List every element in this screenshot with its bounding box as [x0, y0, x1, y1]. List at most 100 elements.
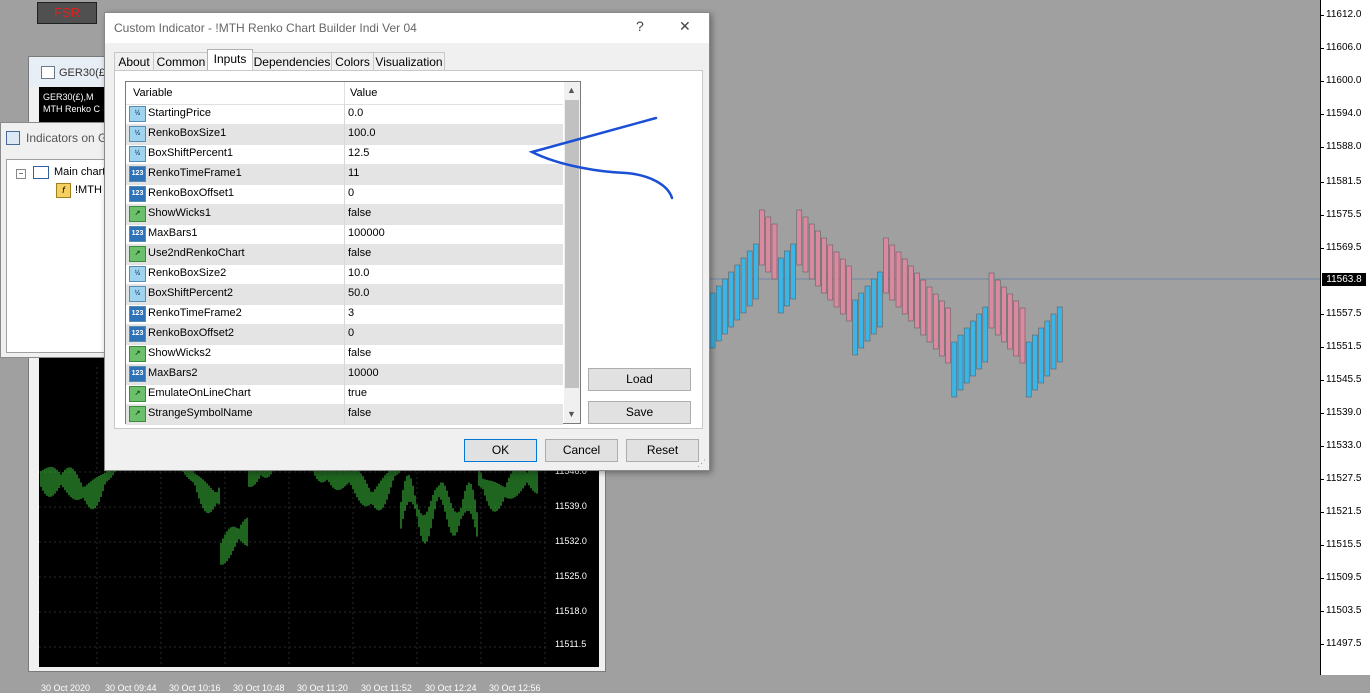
- renko-chart: [608, 209, 1320, 398]
- scroll-down-icon[interactable]: ▼: [567, 409, 576, 419]
- current-price-badge: 11563.8: [1322, 273, 1366, 286]
- table-row[interactable]: ½ RenkoBoxSize1 100.0: [126, 124, 563, 145]
- sub-price-label: 11511.5: [555, 639, 587, 649]
- price-axis-tick: [1320, 114, 1324, 115]
- double-type-icon: ½: [129, 126, 146, 142]
- ok-button[interactable]: OK: [464, 439, 537, 462]
- variable-value[interactable]: 100.0: [348, 127, 376, 139]
- sub-price-label: 11518.0: [555, 606, 587, 616]
- renko-brick: [951, 341, 958, 398]
- renko-brick: [846, 265, 852, 322]
- table-row[interactable]: ↗ ShowWicks2 false: [126, 344, 563, 365]
- renko-brick: [988, 272, 995, 329]
- tab-visualization[interactable]: Visualization: [373, 52, 445, 72]
- custom-indicator-dialog[interactable]: Custom Indicator - !MTH Renko Chart Buil…: [104, 12, 710, 471]
- price-axis-label: 11557.5: [1326, 308, 1362, 319]
- variable-value[interactable]: 50.0: [348, 287, 369, 299]
- tab-dependencies[interactable]: Dependencies: [252, 52, 332, 72]
- table-row[interactable]: 123 MaxBars1 100000: [126, 224, 563, 245]
- price-axis-tick: [1320, 147, 1324, 148]
- variable-name: Use2ndRenkoChart: [148, 247, 245, 259]
- table-row[interactable]: 123 RenkoTimeFrame2 3: [126, 304, 563, 325]
- renko-brick: [1050, 313, 1057, 370]
- table-row[interactable]: 123 MaxBars2 10000: [126, 364, 563, 385]
- scroll-up-icon[interactable]: ▲: [567, 85, 576, 95]
- price-axis-tick: [1320, 512, 1324, 513]
- resize-grip-icon[interactable]: ⋰: [697, 458, 706, 469]
- inputs-scrollbar[interactable]: ▲ ▼: [564, 82, 580, 423]
- variable-value[interactable]: false: [348, 407, 371, 419]
- variable-value[interactable]: 11: [348, 167, 359, 179]
- variable-value[interactable]: 3: [348, 307, 354, 319]
- cell-divider: [344, 364, 345, 384]
- main-chart[interactable]: [608, 0, 1320, 675]
- tree-child-label[interactable]: !MTH F: [75, 184, 107, 196]
- indicators-tree[interactable]: − Main chart f !MTH F: [6, 159, 109, 353]
- reset-button[interactable]: Reset: [626, 439, 699, 462]
- renko-brick: [808, 223, 815, 280]
- renko-brick: [715, 285, 722, 342]
- renko-brick: [970, 320, 976, 377]
- table-row[interactable]: 123 RenkoBoxOffset1 0: [126, 184, 563, 205]
- variable-value[interactable]: 10.0: [348, 267, 369, 279]
- renko-brick: [852, 299, 858, 356]
- renko-brick: [926, 286, 933, 343]
- variable-value[interactable]: 10000: [348, 367, 379, 379]
- price-axis-tick: [1320, 644, 1324, 645]
- variable-name: StrangeSymbolName: [148, 407, 253, 419]
- variable-value[interactable]: 0: [348, 327, 354, 339]
- renko-brick: [771, 223, 778, 280]
- variable-value[interactable]: false: [348, 347, 371, 359]
- table-row[interactable]: ↗ StrangeSymbolName false: [126, 404, 563, 425]
- price-axis-tick: [1320, 380, 1324, 381]
- variable-value[interactable]: 0.0: [348, 107, 363, 119]
- price-axis-label: 11612.0: [1326, 9, 1362, 20]
- column-variable[interactable]: Variable: [133, 87, 173, 99]
- table-row[interactable]: ↗ EmulateOnLineChart true: [126, 384, 563, 405]
- tab-common[interactable]: Common: [153, 52, 209, 72]
- dialog-titlebar[interactable]: Custom Indicator - !MTH Renko Chart Buil…: [105, 13, 709, 43]
- variable-value[interactable]: 12.5: [348, 147, 369, 159]
- save-button[interactable]: Save: [588, 401, 691, 424]
- price-axis-tick: [1320, 545, 1324, 546]
- table-row[interactable]: ½ BoxShiftPercent2 50.0: [126, 284, 563, 305]
- price-axis-tick: [1320, 314, 1324, 315]
- cancel-button[interactable]: Cancel: [545, 439, 618, 462]
- fsr-button[interactable]: FSR: [37, 2, 97, 24]
- help-icon[interactable]: ?: [636, 18, 644, 34]
- price-axis-label: 11551.5: [1326, 341, 1362, 352]
- table-row[interactable]: ½ StartingPrice 0.0: [126, 104, 563, 125]
- renko-brick: [759, 209, 765, 266]
- scroll-thumb[interactable]: [565, 100, 579, 388]
- table-row[interactable]: ½ RenkoBoxSize2 10.0: [126, 264, 563, 285]
- tree-root-label[interactable]: Main chart: [54, 166, 105, 178]
- sub-price-label: 11532.0: [555, 536, 587, 546]
- load-button[interactable]: Load: [588, 368, 691, 391]
- table-row[interactable]: ↗ ShowWicks1 false: [126, 204, 563, 225]
- tab-about[interactable]: About: [114, 52, 154, 72]
- price-axis-tick: [1320, 215, 1324, 216]
- inputs-table[interactable]: Variable Value ½ StartingPrice 0.0 ½ RenkoBo…: [125, 81, 581, 425]
- variable-value[interactable]: true: [348, 387, 367, 399]
- table-row[interactable]: 123 RenkoTimeFrame1 11: [126, 164, 563, 185]
- variable-name: MaxBars2: [148, 367, 198, 379]
- table-row[interactable]: ↗ Use2ndRenkoChart false: [126, 244, 563, 265]
- indicators-window[interactable]: Indicators on G − Main chart f !MTH F: [0, 122, 109, 358]
- column-value[interactable]: Value: [350, 87, 377, 99]
- renko-brick: [765, 216, 772, 273]
- tab-colors[interactable]: Colors: [331, 52, 374, 72]
- double-type-icon: ½: [129, 106, 146, 122]
- variable-value[interactable]: 100000: [348, 227, 385, 239]
- renko-brick: [746, 250, 753, 307]
- renko-brick: [901, 258, 908, 315]
- tree-collapse-icon[interactable]: −: [16, 169, 26, 179]
- table-row[interactable]: ½ BoxShiftPercent1 12.5: [126, 144, 563, 165]
- variable-value[interactable]: false: [348, 207, 371, 219]
- variable-value[interactable]: false: [348, 247, 371, 259]
- renko-brick: [740, 257, 747, 314]
- table-row[interactable]: 123 RenkoBoxOffset2 0: [126, 324, 563, 345]
- variable-value[interactable]: 0: [348, 187, 354, 199]
- close-icon[interactable]: ✕: [679, 18, 691, 35]
- price-axis-tick: [1320, 446, 1324, 447]
- boolean-type-icon: ↗: [129, 246, 146, 262]
